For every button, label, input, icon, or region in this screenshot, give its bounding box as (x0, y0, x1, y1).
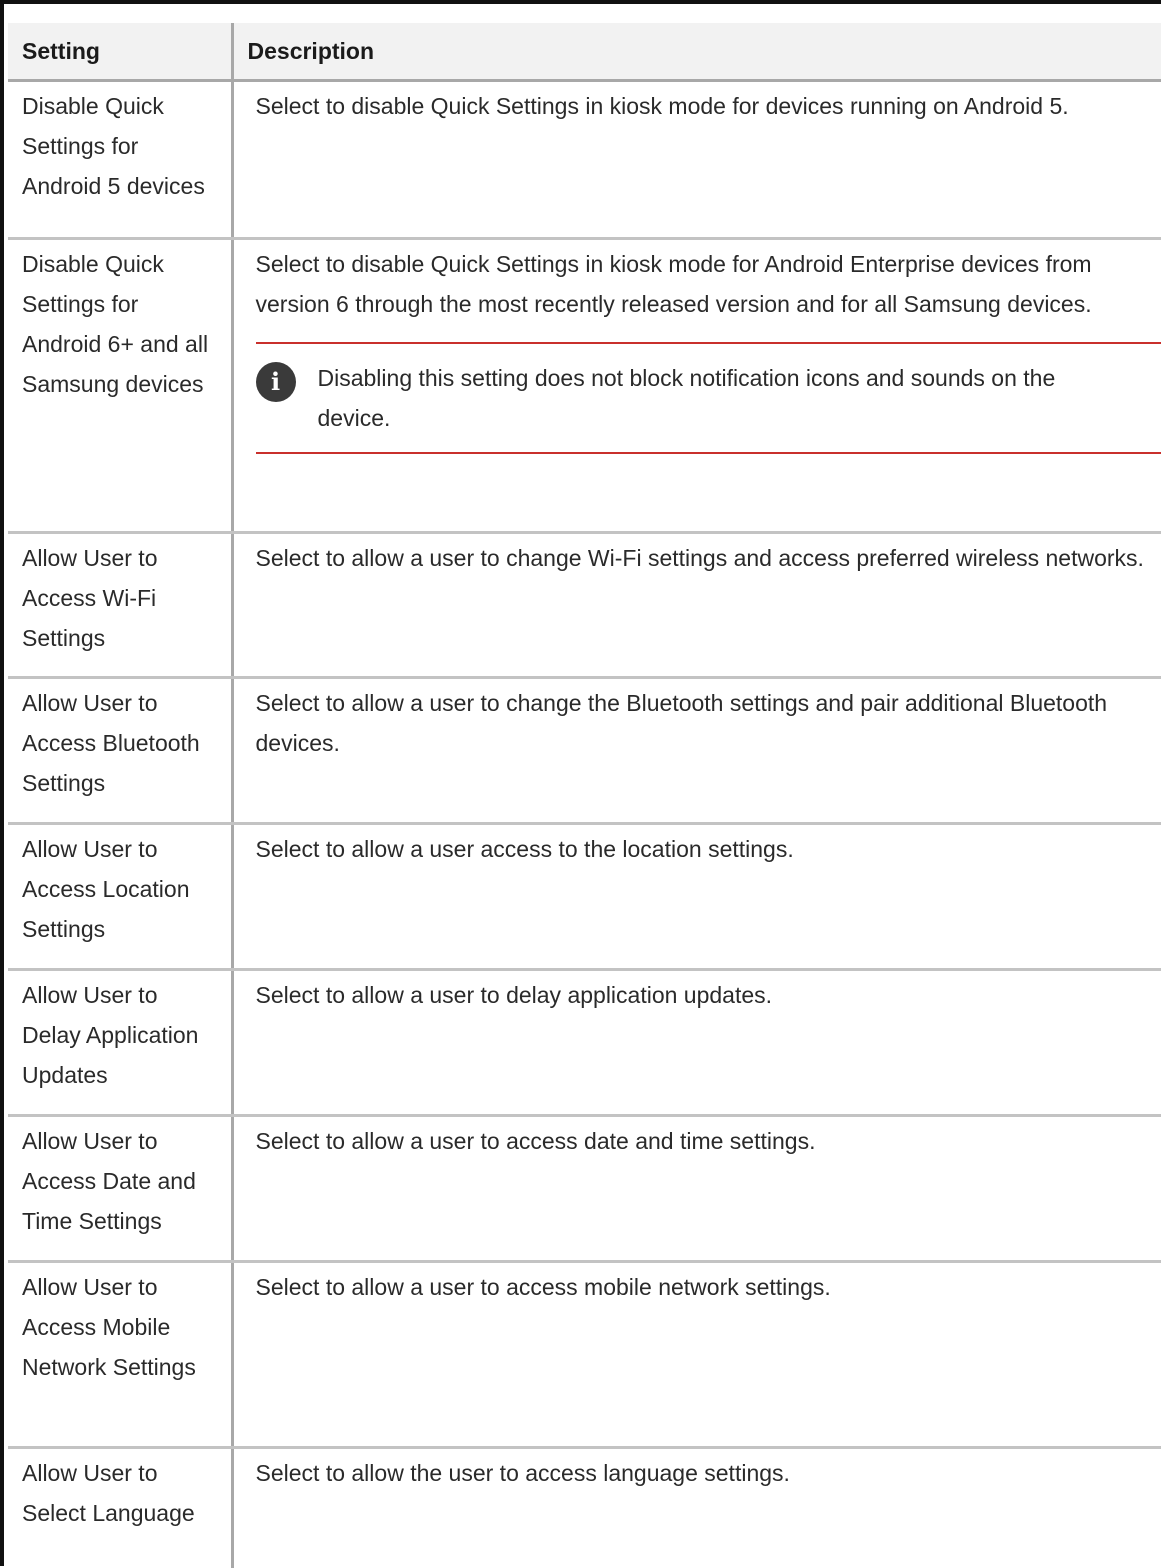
setting-description: Select to disable Quick Settings in kios… (256, 244, 1148, 324)
table-header-row: Setting Description (8, 23, 1161, 81)
table-row: Allow User to Select Language Select to … (8, 1448, 1161, 1568)
setting-name: Allow User to Delay Application Updates (8, 970, 232, 1116)
setting-name: Allow User to Access Bluetooth Settings (8, 678, 232, 824)
setting-name: Allow User to Access Location Settings (8, 824, 232, 970)
table-row: Allow User to Access Location Settings S… (8, 824, 1161, 970)
table-row: Disable Quick Settings for Android 6+ an… (8, 239, 1161, 533)
setting-name: Allow User to Access Wi-Fi Settings (8, 533, 232, 678)
table-row: Allow User to Access Wi-Fi Settings Sele… (8, 533, 1161, 678)
setting-description: Select to allow a user access to the loc… (232, 824, 1161, 970)
setting-name: Disable Quick Settings for Android 6+ an… (8, 239, 232, 533)
setting-description: Select to allow a user to access mobile … (232, 1262, 1161, 1448)
setting-description: Select to allow a user to access date an… (232, 1116, 1161, 1262)
table-row: Allow User to Delay Application Updates … (8, 970, 1161, 1116)
settings-table: Setting Description Disable Quick Settin… (8, 23, 1161, 1568)
setting-name: Allow User to Access Date and Time Setti… (8, 1116, 232, 1262)
table-row: Disable Quick Settings for Android 5 dev… (8, 81, 1161, 239)
setting-name: Allow User to Access Mobile Network Sett… (8, 1262, 232, 1448)
table-row: Allow User to Access Bluetooth Settings … (8, 678, 1161, 824)
header-description: Description (232, 23, 1161, 81)
setting-description: Select to allow a user to change the Blu… (232, 678, 1161, 824)
note-callout: i Disabling this setting does not block … (256, 342, 1161, 454)
table-row: Allow User to Access Date and Time Setti… (8, 1116, 1161, 1262)
table-row: Allow User to Access Mobile Network Sett… (8, 1262, 1161, 1448)
setting-description: Select to allow a user to change Wi-Fi s… (232, 533, 1161, 678)
note-text: Disabling this setting does not block no… (318, 358, 1161, 438)
setting-description: Select to allow a user to delay applicat… (232, 970, 1161, 1116)
setting-description: Select to allow the user to access langu… (232, 1448, 1161, 1568)
header-setting: Setting (8, 23, 232, 81)
setting-description: Select to disable Quick Settings in kios… (232, 81, 1161, 239)
setting-name: Allow User to Select Language (8, 1448, 232, 1568)
setting-name: Disable Quick Settings for Android 5 dev… (8, 81, 232, 239)
setting-description-cell: Select to disable Quick Settings in kios… (232, 239, 1161, 533)
info-icon: i (256, 362, 296, 402)
